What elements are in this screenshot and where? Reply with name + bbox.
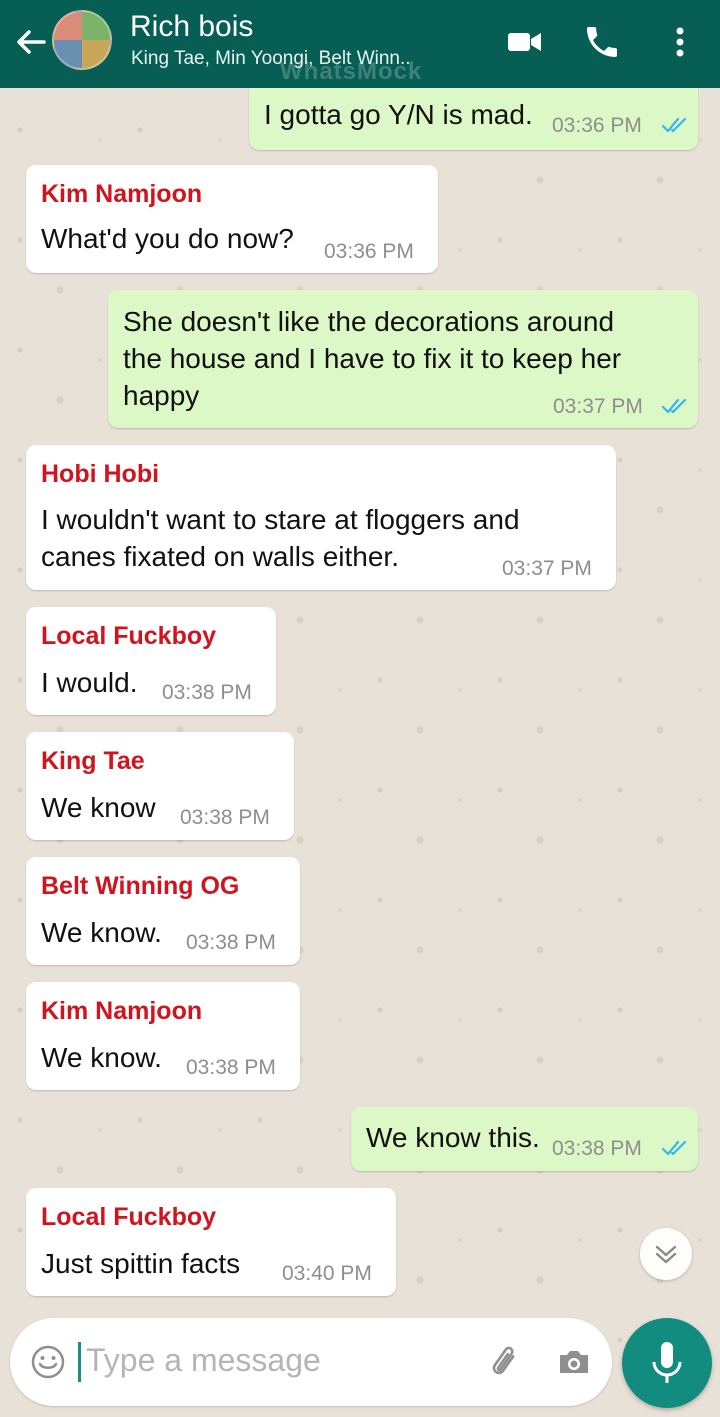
message-time: 03:40 PM [282,1262,372,1285]
emoji-icon[interactable] [30,1344,66,1380]
group-avatar[interactable] [52,10,112,70]
message-bubble-incoming[interactable]: Kim Namjoon We know. 03:38 PM [26,982,300,1090]
message-input[interactable]: Type a message [86,1342,321,1379]
message-bubble-outgoing[interactable]: We know this. 03:38 PM [351,1107,698,1171]
message-text: I would. [41,667,138,698]
double-check-icon [661,398,687,414]
message-bubble-incoming[interactable]: Hobi Hobi I wouldn't want to stare at fl… [26,445,616,590]
video-call-icon[interactable] [505,22,545,62]
sender-name[interactable]: Hobi Hobi [41,460,159,489]
message-time: 03:37 PM [502,557,592,580]
chat-header: Rich bois King Tae, Min Yoongi, Belt Win… [0,0,720,88]
message-bubble-incoming[interactable]: Local Fuckboy I would. 03:38 PM [26,607,276,715]
message-text-line: happy [123,380,200,411]
attach-icon[interactable] [484,1342,524,1382]
sender-name[interactable]: Belt Winning OG [41,872,239,901]
message-text-line: the house and I have to fix it to keep h… [123,343,622,374]
message-bubble-outgoing[interactable]: She doesn't like the decorations around … [108,290,698,428]
mic-icon [652,1342,682,1383]
message-text: What'd you do now? [41,223,294,254]
message-bubble-incoming[interactable]: King Tae We know 03:38 PM [26,732,294,840]
message-time: 03:38 PM [180,806,270,829]
message-time: 03:36 PM [552,114,642,137]
message-time: 03:38 PM [552,1137,642,1160]
phone-icon[interactable] [582,22,622,62]
message-text: We know. [41,917,162,948]
text-cursor [78,1342,81,1382]
back-arrow-icon[interactable] [10,22,50,62]
sender-name[interactable]: Kim Namjoon [41,180,202,209]
message-text: We know this. [366,1122,540,1153]
watermark-text: WhatsMock [280,58,423,85]
scroll-to-bottom-button[interactable] [640,1228,692,1280]
sender-name[interactable]: Local Fuckboy [41,622,216,651]
message-time: 03:38 PM [186,1056,276,1079]
message-text-line: She doesn't like the decorations around [123,306,615,337]
message-time: 03:37 PM [553,395,643,418]
message-bubble-incoming[interactable]: Belt Winning OG We know. 03:38 PM [26,857,300,965]
message-bubble-incoming[interactable]: Kim Namjoon What'd you do now? 03:36 PM [26,165,438,273]
message-bubble-incoming[interactable]: Local Fuckboy Just spittin facts 03:40 P… [26,1188,396,1296]
sender-name[interactable]: Kim Namjoon [41,997,202,1026]
camera-icon[interactable] [554,1342,594,1382]
message-time: 03:38 PM [162,681,252,704]
message-time: 03:38 PM [186,931,276,954]
message-text: We know. [41,1042,162,1073]
message-composer[interactable]: Type a message [10,1318,612,1406]
message-text: Just spittin facts [41,1248,241,1279]
double-check-icon [661,1140,687,1156]
message-text-line: canes fixated on walls either. [41,541,399,572]
chat-screen: Rich bois King Tae, Min Yoongi, Belt Win… [0,0,720,1417]
sender-name[interactable]: Local Fuckboy [41,1203,216,1232]
sender-name[interactable]: King Tae [41,747,145,776]
message-time: 03:36 PM [324,240,414,263]
message-text: I gotta go Y/N is mad. [264,99,533,130]
chat-title[interactable]: Rich bois [130,10,253,44]
message-text: We know [41,792,156,823]
double-check-icon [661,117,687,133]
more-vert-icon[interactable] [660,22,700,62]
message-bubble-outgoing[interactable]: I gotta go Y/N is mad. 03:36 PM [249,88,698,150]
message-text-line: I wouldn't want to stare at floggers and [41,504,520,535]
mic-button[interactable] [622,1318,712,1408]
chevron-down-icon [655,1245,677,1264]
